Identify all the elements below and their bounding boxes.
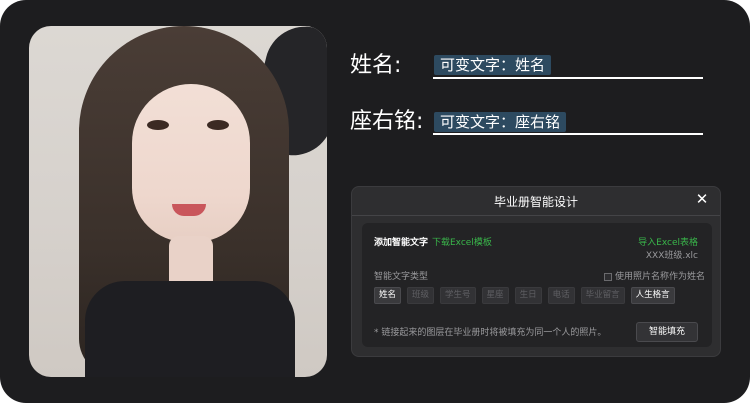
motto-underline — [433, 133, 703, 135]
close-icon[interactable]: ✕ — [694, 191, 710, 207]
chip-student-id[interactable]: 学生号 — [440, 287, 476, 304]
portrait-photo — [29, 26, 327, 377]
name-variable-tag[interactable]: 可变文字：姓名 — [434, 55, 552, 75]
motto-label: 座右铭: — [350, 109, 424, 134]
use-photo-name-label: 使用照片名称作为姓名 — [615, 272, 706, 282]
download-template-link[interactable]: 下载Excel模板 — [432, 237, 492, 249]
file-name: XXX班级.xlc — [645, 251, 698, 261]
footer-note: * 链接起来的图层在毕业册时将被填充为同一个人的照片。 — [374, 328, 607, 338]
chip-zodiac[interactable]: 星座 — [481, 287, 509, 304]
use-photo-name-checkbox[interactable] — [604, 273, 612, 281]
smart-fill-button[interactable]: 智能填充 — [636, 322, 698, 342]
app-canvas: 姓名: 可变文字：姓名 座右铭: 可变文字：座右铭 毕业册智能设计 ✕ 添加智能… — [0, 0, 750, 403]
photo-eye-right — [207, 120, 229, 130]
chip-class[interactable]: 班级 — [407, 287, 435, 304]
chip-phone[interactable]: 电话 — [547, 287, 575, 304]
chip-birthday[interactable]: 生日 — [514, 287, 542, 304]
smart-text-type-label: 智能文字类型 — [374, 272, 429, 282]
chip-life-motto[interactable]: 人生格言 — [630, 287, 675, 304]
photo-eye-left — [147, 120, 169, 130]
name-label: 姓名: — [350, 53, 402, 78]
import-excel-link[interactable]: 导入Excel表格 — [638, 237, 698, 249]
dialog-header: 毕业册智能设计 ✕ — [352, 187, 720, 216]
chip-name[interactable]: 姓名 — [374, 287, 402, 304]
photo-shirt — [85, 281, 295, 377]
chip-graduation-message[interactable]: 毕业留言 — [580, 287, 625, 304]
add-smart-text-label: 添加智能文字 — [374, 238, 429, 248]
photo-face — [132, 84, 250, 242]
dialog-title: 毕业册智能设计 — [493, 195, 578, 209]
motto-variable-tag[interactable]: 可变文字：座右铭 — [434, 112, 567, 132]
name-underline — [433, 77, 703, 79]
dialog-panel: 添加智能文字 下载Excel模板 导入Excel表格 XXX班级.xlc 智能文… — [362, 223, 712, 347]
smart-design-dialog: 毕业册智能设计 ✕ 添加智能文字 下载Excel模板 导入Excel表格 XXX… — [351, 186, 721, 357]
chip-row: 姓名 班级 学生号 星座 生日 电话 毕业留言 人生格言 — [374, 287, 681, 304]
